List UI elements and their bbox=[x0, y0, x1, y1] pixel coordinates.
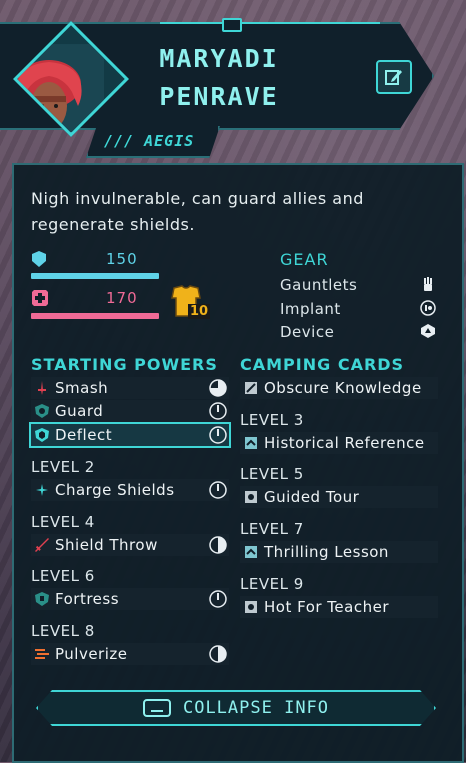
armor-badge: 10 bbox=[168, 284, 212, 324]
level-8-label: LEVEL 8 bbox=[31, 622, 95, 640]
health-bar bbox=[31, 313, 159, 319]
guard-icon bbox=[35, 404, 49, 418]
gear-implant-label: Implant bbox=[280, 300, 341, 318]
power-guard[interactable]: Guard bbox=[31, 400, 229, 422]
card-level-9-label: LEVEL 9 bbox=[240, 575, 304, 593]
power-label: Fortress bbox=[55, 590, 120, 608]
collapse-key-icon bbox=[142, 699, 171, 717]
fortress-icon bbox=[35, 592, 49, 606]
cooldown-clock-icon bbox=[209, 426, 227, 444]
card-icon bbox=[245, 546, 257, 558]
cooldown-clock-icon bbox=[209, 481, 227, 499]
character-portrait bbox=[10, 18, 129, 137]
card-icon bbox=[245, 491, 257, 503]
card-icon bbox=[245, 437, 257, 449]
power-label: Pulverize bbox=[55, 645, 128, 663]
shield-value: 150 bbox=[106, 250, 138, 268]
card-icon bbox=[245, 382, 257, 394]
header-accent-line bbox=[160, 22, 380, 24]
starting-powers-title: STARTING POWERS bbox=[31, 355, 218, 374]
card-label: Historical Reference bbox=[264, 434, 425, 452]
cooldown-clock-icon bbox=[209, 402, 227, 420]
health-stat-icon bbox=[32, 290, 48, 306]
implant-icon[interactable] bbox=[420, 300, 436, 316]
class-name: /// AEGIS bbox=[104, 132, 195, 150]
power-smash[interactable]: Smash bbox=[31, 377, 229, 399]
charge-shields-icon bbox=[36, 484, 48, 496]
camping-card-hot-for-teacher[interactable]: Hot For Teacher bbox=[240, 596, 438, 618]
cooldown-three-quarter-icon bbox=[209, 379, 227, 397]
smash-icon bbox=[38, 381, 46, 395]
level-6-label: LEVEL 6 bbox=[31, 567, 95, 585]
health-value: 170 bbox=[106, 289, 138, 307]
power-pulverize[interactable]: Pulverize bbox=[31, 643, 229, 665]
collapse-info-label: COLLAPSE INFO bbox=[182, 698, 330, 718]
armor-value: 10 bbox=[188, 304, 211, 319]
power-shield-throw[interactable]: Shield Throw bbox=[31, 534, 229, 556]
power-fortress[interactable]: Fortress bbox=[31, 588, 229, 610]
card-label: Hot For Teacher bbox=[264, 598, 389, 616]
gauntlet-icon[interactable] bbox=[420, 276, 436, 292]
level-4-label: LEVEL 4 bbox=[31, 513, 95, 531]
deflect-icon bbox=[35, 428, 49, 442]
gear-title: GEAR bbox=[280, 250, 329, 269]
card-level-3-label: LEVEL 3 bbox=[240, 411, 304, 429]
edit-name-button[interactable] bbox=[376, 60, 412, 94]
card-label: Guided Tour bbox=[264, 488, 360, 506]
cooldown-half-icon bbox=[209, 645, 227, 663]
gear-gauntlets-label: Gauntlets bbox=[280, 276, 358, 294]
power-label: Guard bbox=[55, 402, 104, 420]
pulverize-icon bbox=[35, 649, 49, 659]
power-label: Smash bbox=[55, 379, 109, 397]
portrait-avatar bbox=[13, 44, 105, 137]
device-icon[interactable] bbox=[420, 323, 436, 339]
power-charge-shields[interactable]: Charge Shields bbox=[31, 479, 229, 501]
header-accent-tab bbox=[222, 18, 242, 32]
edit-pencil-icon bbox=[385, 70, 402, 85]
power-label: Charge Shields bbox=[55, 481, 175, 499]
collapse-info-button[interactable]: COLLAPSE INFO bbox=[36, 690, 436, 726]
card-icon bbox=[245, 601, 257, 613]
camping-card-obscure-knowledge[interactable]: Obscure Knowledge bbox=[240, 377, 438, 399]
card-label: Thrilling Lesson bbox=[264, 543, 389, 561]
camping-card-historical-reference[interactable]: Historical Reference bbox=[240, 432, 438, 454]
power-label: Deflect bbox=[55, 426, 113, 444]
card-level-5-label: LEVEL 5 bbox=[240, 465, 304, 483]
character-description: Nigh invulnerable, can guard allies and … bbox=[31, 189, 364, 234]
card-label: Obscure Knowledge bbox=[264, 379, 422, 397]
cooldown-clock-icon bbox=[209, 590, 227, 608]
card-level-7-label: LEVEL 7 bbox=[240, 520, 304, 538]
cooldown-half-icon bbox=[209, 536, 227, 554]
gear-device-label: Device bbox=[280, 323, 335, 341]
camping-card-guided-tour[interactable]: Guided Tour bbox=[240, 486, 438, 508]
power-label: Shield Throw bbox=[55, 536, 158, 554]
shield-stat-icon bbox=[32, 251, 46, 267]
shield-bar bbox=[31, 273, 159, 279]
camping-cards-title: CAMPING CARDS bbox=[240, 355, 405, 374]
shield-throw-icon bbox=[35, 538, 49, 552]
level-2-label: LEVEL 2 bbox=[31, 458, 95, 476]
camping-card-thrilling-lesson[interactable]: Thrilling Lesson bbox=[240, 541, 438, 563]
portrait-frame bbox=[13, 21, 129, 137]
power-deflect[interactable]: Deflect bbox=[29, 422, 231, 448]
